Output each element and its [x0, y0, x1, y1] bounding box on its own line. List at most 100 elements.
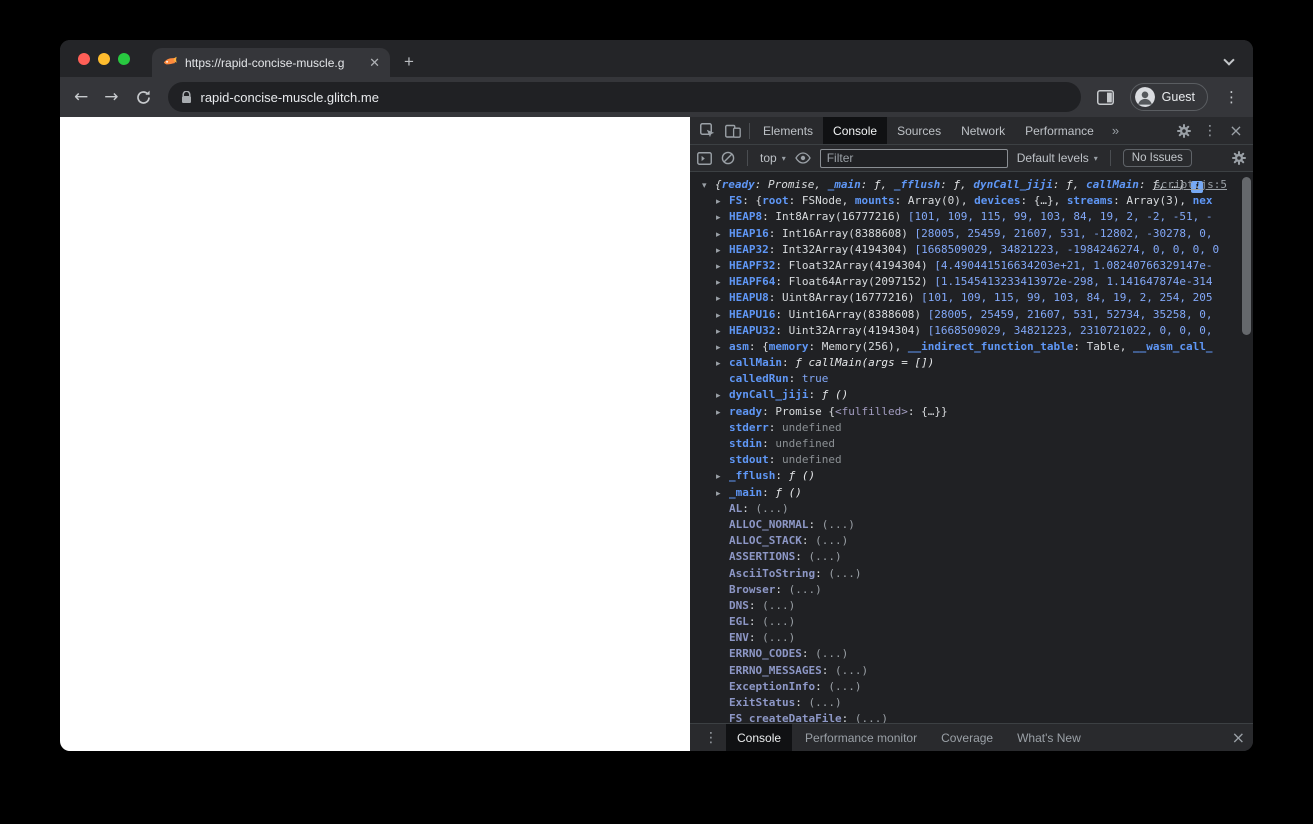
disclosure-triangle-icon[interactable]: ▸ [716, 469, 729, 484]
console-text[interactable]: (...) [855, 712, 888, 723]
console-settings-gear-icon[interactable] [1232, 151, 1246, 165]
disclosure-triangle-icon[interactable]: ▸ [716, 291, 729, 306]
console-text[interactable]: (...) [828, 567, 861, 580]
back-button[interactable]: ← [74, 87, 88, 107]
console-text: _fflush [893, 178, 941, 191]
disclosure-triangle-icon[interactable]: ▸ [716, 194, 729, 209]
tab-console[interactable]: Console [823, 117, 888, 144]
disclosure-triangle-icon[interactable]: ▸ [716, 259, 729, 274]
scrollbar-thumb[interactable] [1242, 177, 1251, 335]
drawer-close-icon[interactable]: × [1232, 728, 1245, 747]
browser-tab[interactable]: https://rapid-concise-muscle.g ✕ [152, 48, 390, 77]
console-text[interactable]: (...) [762, 615, 795, 628]
forward-button[interactable]: → [104, 87, 118, 107]
tab-search-chevron-icon[interactable] [1223, 54, 1235, 66]
console-text[interactable]: (...) [835, 664, 868, 677]
drawer-tab-console[interactable]: Console [726, 724, 793, 751]
console-row: stdout: undefined [690, 452, 1241, 468]
issues-button[interactable]: No Issues [1122, 149, 1192, 167]
console-text: , [880, 178, 894, 191]
tab-network[interactable]: Network [951, 117, 1015, 144]
tab-elements[interactable]: Elements [753, 117, 823, 144]
console-sidebar-icon[interactable] [697, 151, 712, 165]
console-text: : [775, 582, 789, 596]
disclosure-triangle-icon[interactable]: ▸ [716, 324, 729, 339]
disclosure-triangle-icon[interactable]: ▸ [716, 275, 729, 290]
source-location-link[interactable]: script.js:5 [1154, 177, 1227, 193]
close-window-button[interactable] [78, 53, 90, 65]
console-text: : Array(3), [1113, 194, 1193, 208]
console-text: : [748, 598, 763, 612]
console-text[interactable]: (...) [815, 534, 848, 547]
maximize-window-button[interactable] [118, 53, 130, 65]
console-row: ▸ HEAP32: Int32Array(4194304) [1668509029… [690, 242, 1241, 258]
live-expression-eye-icon[interactable] [794, 152, 811, 164]
traffic-lights [78, 53, 130, 65]
console-text: : [860, 178, 874, 191]
console-text[interactable]: (...) [756, 502, 789, 515]
drawer-tab-performance-monitor[interactable]: Performance monitor [794, 724, 928, 751]
context-selector[interactable]: top ▾ [760, 151, 786, 165]
disclosure-triangle-icon[interactable]: ▸ [716, 227, 729, 242]
address-bar[interactable]: rapid-concise-muscle.glitch.me [167, 82, 1081, 112]
console-text: AsciiToString [729, 566, 816, 580]
console-text: FS_createDataFile [729, 712, 842, 723]
devtools-close-icon[interactable]: × [1223, 121, 1249, 140]
console-row: calledRun: true [690, 371, 1241, 387]
console-text[interactable]: (...) [808, 696, 841, 709]
profile-button[interactable]: Guest [1129, 83, 1208, 111]
console-text[interactable]: (...) [762, 631, 795, 644]
side-panel-icon[interactable] [1096, 89, 1114, 105]
console-row: ERRNO_MESSAGES: (...) [690, 663, 1241, 679]
disclosure-triangle-icon[interactable]: ▾ [702, 178, 715, 193]
console-text: ƒ [873, 178, 881, 191]
console-text: HEAPF32 [729, 258, 776, 272]
console-text: [1.1545413233413972e-298, 1.141647874e-3… [934, 275, 1213, 289]
console-text[interactable]: (...) [789, 583, 822, 596]
disclosure-triangle-icon[interactable]: ▸ [716, 340, 729, 355]
disclosure-triangle-icon[interactable]: ▸ [716, 308, 729, 323]
console-text[interactable]: (...) [762, 599, 795, 612]
device-toolbar-icon[interactable] [720, 117, 746, 144]
browser-menu-icon[interactable]: ⋮ [1224, 88, 1239, 106]
reload-button[interactable] [135, 89, 152, 106]
console-row: DNS: (...) [690, 598, 1241, 614]
console-text: : Memory(256), [808, 339, 908, 353]
disclosure-triangle-icon[interactable]: ▸ [716, 356, 729, 371]
disclosure-triangle-icon[interactable]: ▸ [716, 210, 729, 225]
disclosure-triangle-icon[interactable]: ▸ [716, 243, 729, 258]
log-levels-selector[interactable]: Default levels ▾ [1017, 151, 1098, 165]
console-row: ALLOC_STACK: (...) [690, 533, 1241, 549]
filter-input[interactable] [819, 148, 1008, 168]
drawer-tab-coverage[interactable]: Coverage [930, 724, 1004, 751]
console-text: ExceptionInfo [729, 679, 816, 693]
inspect-element-icon[interactable] [694, 117, 720, 144]
tab-performance[interactable]: Performance [1015, 117, 1104, 144]
disclosure-triangle-icon[interactable]: ▸ [716, 486, 729, 501]
console-text[interactable]: (...) [822, 518, 855, 531]
devtools-settings-gear-icon[interactable] [1171, 123, 1197, 138]
tab-sources[interactable]: Sources [887, 117, 951, 144]
more-tabs-icon[interactable]: » [1104, 123, 1127, 138]
console-text: callMain [729, 356, 782, 370]
clear-console-icon[interactable] [721, 151, 735, 165]
console-text: root [762, 194, 789, 208]
disclosure-triangle-icon[interactable]: ▸ [716, 405, 729, 420]
minimize-window-button[interactable] [98, 53, 110, 65]
drawer-tab-whats-new[interactable]: What's New [1006, 724, 1092, 751]
console-text[interactable]: (...) [808, 550, 841, 563]
console-text[interactable]: (...) [828, 680, 861, 693]
console-text: : Uint8Array(16777216) [768, 291, 922, 305]
devtools-menu-icon[interactable]: ⋮ [1197, 123, 1223, 139]
console-text: EGL [729, 615, 749, 629]
console-text: _main [729, 485, 763, 499]
console-text: : [762, 485, 776, 499]
console-text: asm [729, 339, 749, 353]
disclosure-triangle-icon[interactable]: ▸ [716, 388, 729, 403]
console-text: : [775, 469, 789, 483]
drawer-menu-icon[interactable]: ⋮ [698, 724, 724, 751]
console-text[interactable]: (...) [815, 647, 848, 660]
console-text: FS [729, 194, 743, 208]
new-tab-button[interactable]: + [404, 52, 414, 72]
tab-close-icon[interactable]: ✕ [369, 56, 380, 69]
